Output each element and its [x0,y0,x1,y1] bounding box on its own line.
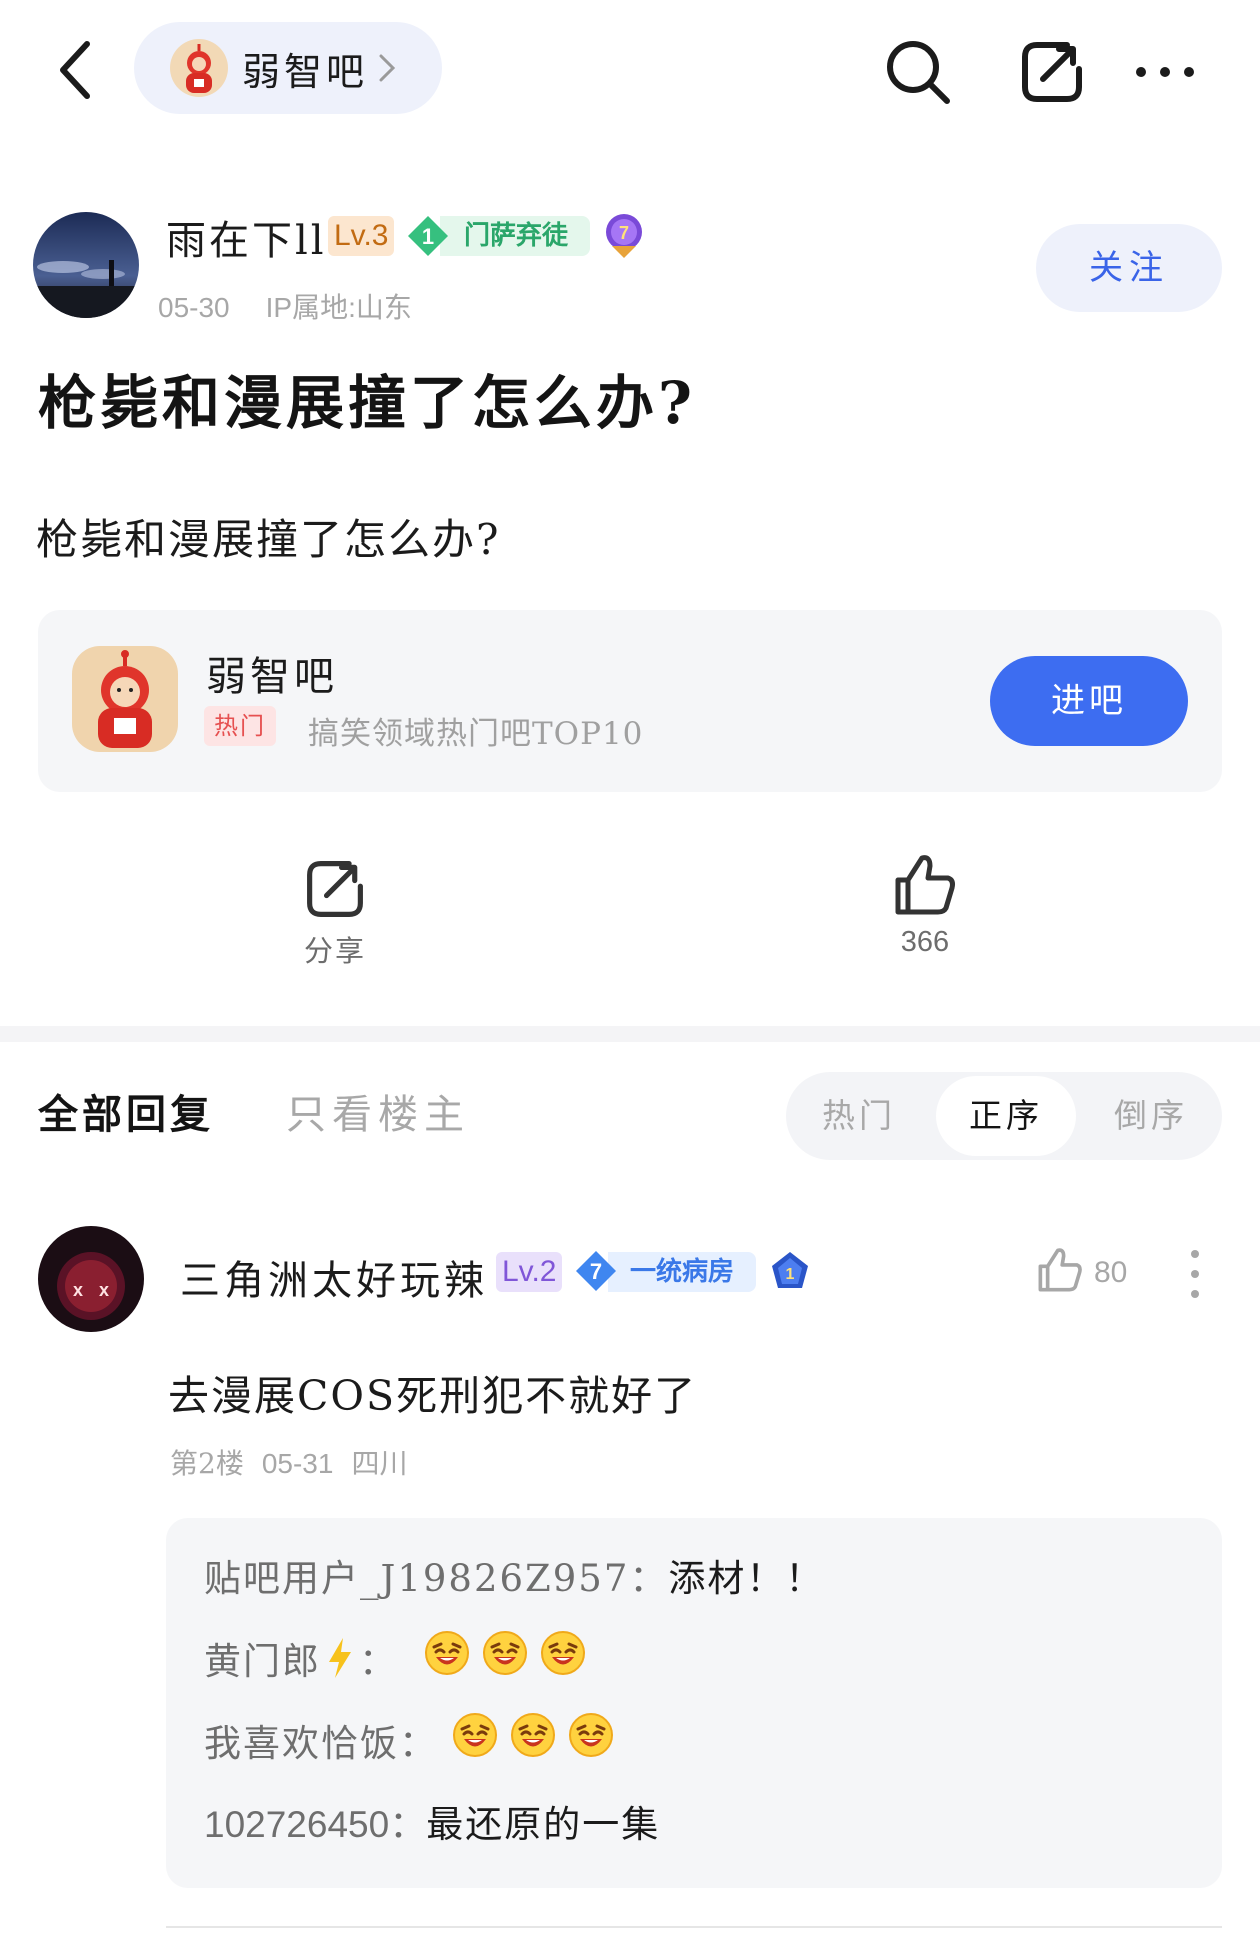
medal-icon: 7 [606,214,642,258]
fan-level-number: 7 [590,1259,602,1284]
forum-name: 弱智吧 [242,49,369,94]
fan-title-badge: 门萨弃徒 [440,216,590,256]
svg-text:x: x [73,1280,83,1300]
hot-tag: 热门 [204,706,276,746]
divider [166,1926,1222,1928]
chevron-left-icon [60,41,90,99]
thumbs-up-icon [895,855,955,915]
sort-descending[interactable]: 倒序 [1080,1072,1222,1160]
thumbs-up-icon[interactable] [1036,1246,1084,1294]
post-title: 枪毙和漫展撞了怎么办? [38,369,696,437]
forum-card[interactable]: 弱智吧 热门 搞笑领域热门吧TOP10 进吧 [38,610,1222,792]
enter-forum-button[interactable]: 进吧 [990,656,1188,746]
forum-card-name: 弱智吧 [206,654,338,700]
reply-author-avatar[interactable]: x x [38,1226,144,1332]
sub-reply-user[interactable]: 我喜欢恰饭： [204,1713,438,1767]
tab-op-only[interactable]: 只看楼主 [286,1082,470,1140]
follow-button[interactable]: 关注 [1036,224,1222,312]
author-name[interactable]: 雨在下ll [166,208,327,266]
share-label: 分享 [303,934,366,968]
forum-card-avatar [72,646,178,752]
forum-card-description: 搞笑领域热门吧TOP10 [308,716,644,752]
lightning-icon [329,1637,351,1678]
forum-pill[interactable]: 弱智吧 [134,22,442,114]
chevron-right-icon [379,54,396,82]
like-count: 366 [900,926,950,958]
fan-level-diamond-icon: 7 [576,1251,616,1291]
laughing-emoji-icon [510,1712,556,1758]
laughing-emoji-icon [568,1712,614,1758]
like-action[interactable]: 366 [870,852,980,959]
search-icon [887,41,950,104]
sub-reply-user[interactable]: 黄门郎 [204,1631,321,1685]
laughing-emoji-icon [482,1630,528,1676]
emoji-group [452,1712,626,1767]
sub-reply-user[interactable]: 102726450： [204,1794,426,1848]
sort-hot[interactable]: 热门 [786,1072,932,1160]
reply-location: 四川 [351,1447,408,1480]
reply-author-name[interactable]: 三角洲太好玩辣 [180,1248,488,1306]
reply-content: 去漫展COS死刑犯不就好了 [168,1372,698,1420]
level-badge: Lv.2 [496,1252,563,1292]
sub-reply[interactable]: 黄门郎 ： [204,1630,598,1685]
laughing-emoji-icon [540,1630,586,1676]
share-top-button[interactable] [1010,30,1094,114]
sort-ascending[interactable]: 正序 [936,1076,1076,1156]
more-vertical-icon[interactable] [1180,1246,1210,1302]
reply-floor: 第2楼 [170,1447,244,1480]
share-icon [1022,42,1082,102]
emoji-group [424,1630,598,1685]
sub-reply-text: 添材！！ [668,1557,825,1600]
share-action[interactable]: 分享 [280,858,390,970]
fan-level-diamond-icon: 1 [408,216,448,256]
laughing-emoji-icon [452,1712,498,1758]
sub-replies-box[interactable]: 贴吧用户_J19826Z957： 添材！！ 黄门郎 ： 我喜欢恰饭： 10272… [166,1518,1222,1888]
search-button[interactable] [876,30,960,114]
post-date: 05-30 [158,292,230,323]
section-divider [0,1026,1260,1042]
svg-text:x: x [99,1280,109,1300]
sort-toggle: 热门 正序 倒序 [786,1072,1222,1160]
more-horizontal-icon [1136,67,1194,77]
author-avatar[interactable] [33,212,139,318]
more-options-button[interactable] [1120,30,1210,114]
sub-reply[interactable]: 我喜欢恰饭： [204,1712,626,1767]
reply-date: 05-31 [261,1448,334,1479]
sub-reply[interactable]: 贴吧用户_J19826Z957： 添材！！ [204,1548,824,1602]
post-content: 枪毙和漫展撞了怎么办? [36,515,501,564]
medal-number: 7 [619,223,629,243]
tab-all-replies[interactable]: 全部回复 [38,1082,214,1140]
reply-meta: 第2楼 05-31 四川 [170,1442,407,1482]
share-icon [307,861,363,917]
sub-reply[interactable]: 102726450： 最还原的一集 [204,1794,660,1848]
fan-title-badge: 一统病房 [608,1252,756,1292]
forum-avatar [170,39,228,97]
laughing-emoji-icon [424,1630,470,1676]
level-badge: Lv.3 [328,216,395,256]
post-meta: 05-30 IP属地:山东 [158,286,412,326]
ip-location: IP属地:山东 [265,292,412,323]
medal-icon: 1 [772,1252,808,1288]
sub-reply-text: 最还原的一集 [426,1803,661,1846]
back-button[interactable] [40,30,110,110]
sub-reply-colon: ： [359,1639,398,1683]
reply-like-count: 80 [1094,1256,1128,1289]
medal-number: 1 [786,1266,795,1283]
fan-level-number: 1 [422,224,434,249]
sub-reply-user[interactable]: 贴吧用户_J19826Z957： [204,1548,668,1602]
